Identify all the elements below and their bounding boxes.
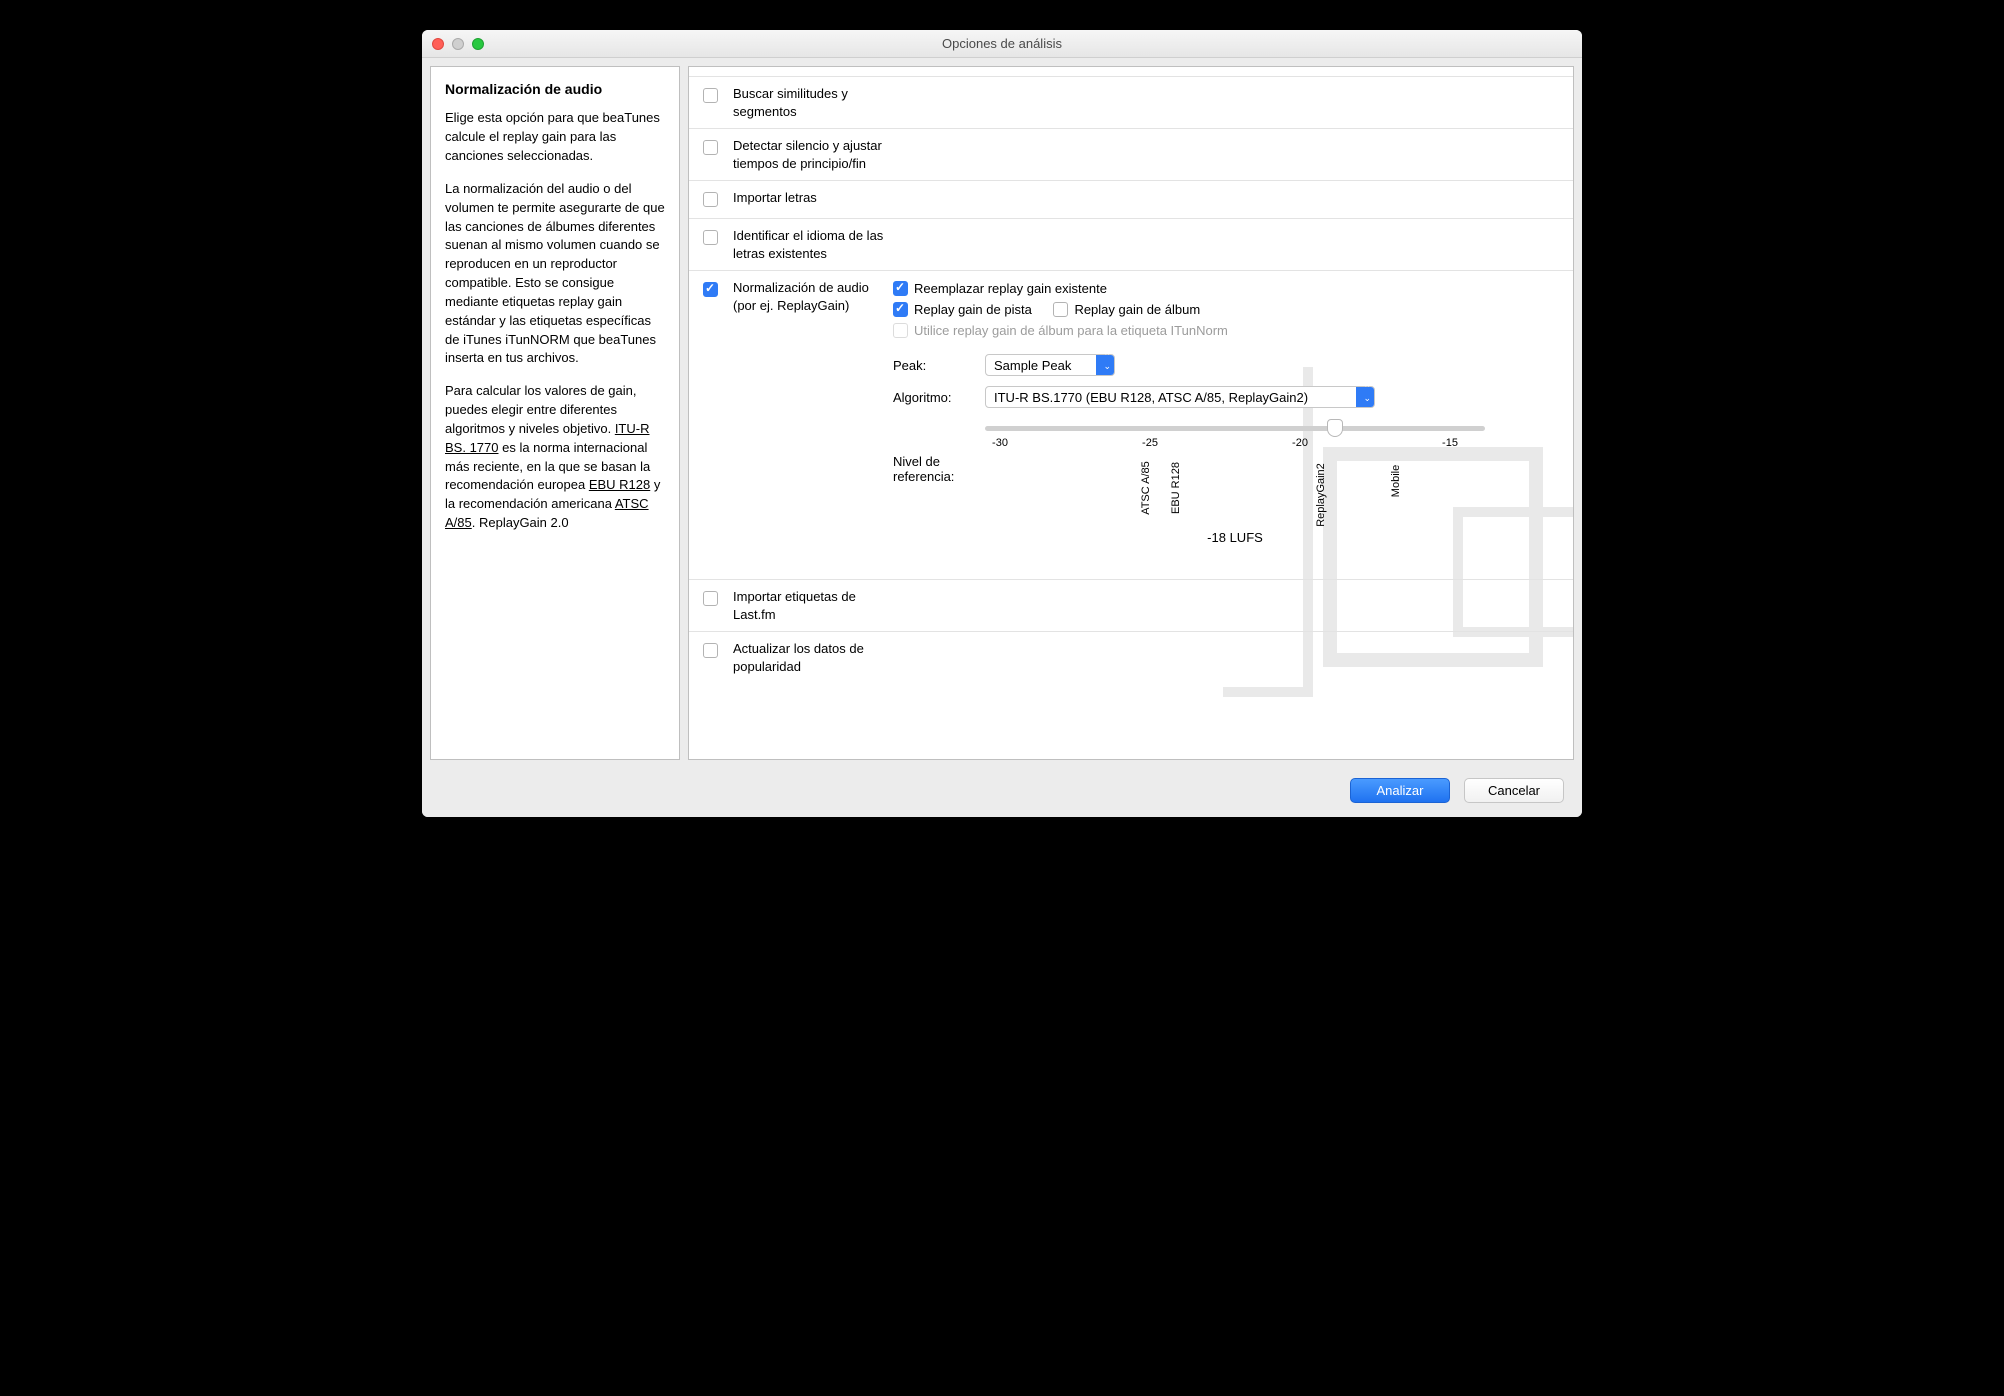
peak-select-wrap: Sample Peak [985,354,1115,376]
options-scroll[interactable]: Buscar similitudes y segmentos Detectar … [689,67,1573,759]
tick-atsc: ATSC A/85 [1154,461,1166,515]
row-similitudes: Buscar similitudes y segmentos [689,77,1573,129]
label-album: Replay gain de álbum [1074,302,1200,317]
label-letras: Importar letras [733,189,893,207]
tick-n15: -15 [1442,437,1458,449]
checkbox-idioma[interactable] [703,230,718,245]
titlebar: Opciones de análisis [422,30,1582,58]
window-title: Opciones de análisis [422,36,1582,51]
algoritmo-select-wrap: ITU-R BS.1770 (EBU R128, ATSC A/85, Repl… [985,386,1375,408]
checkbox-reemplazar[interactable] [893,281,908,296]
options-panel: Buscar similitudes y segmentos Detectar … [688,66,1574,760]
label-normalizacion: Normalización de audio (por ej. ReplayGa… [733,279,893,314]
sidebar-p1: Elige esta opción para que beaTunes calc… [445,109,665,166]
label-pista: Replay gain de pista [914,302,1032,317]
tick-ebu: EBU R128 [1184,462,1196,514]
checkbox-normalizacion[interactable] [703,282,718,297]
help-sidebar: Normalización de audio Elige esta opción… [430,66,680,760]
normalizacion-detail: Reemplazar replay gain existente Replay … [893,279,1559,571]
sidebar-heading: Normalización de audio [445,79,665,99]
label-similitudes: Buscar similitudes y segmentos [733,85,893,120]
nivel-slider-box: -30 -25 -20 -15 ATSC A/85 EBU R128 Repla… [985,426,1485,517]
link-ebu[interactable]: EBU R128 [589,477,650,492]
checkbox-lastfm[interactable] [703,591,718,606]
algoritmo-select[interactable]: ITU-R BS.1770 (EBU R128, ATSC A/85, Repl… [985,386,1375,408]
sidebar-p2: La normalización del audio o del volumen… [445,180,665,368]
tick-n30: -30 [992,437,1008,449]
dialog-footer: Analizar Cancelar [422,768,1582,817]
row-peak: Peak: Sample Peak [893,354,1559,376]
label-popularidad: Actualizar los datos de popularidad [733,640,893,675]
checkbox-similitudes[interactable] [703,88,718,103]
analizar-button[interactable]: Analizar [1350,778,1450,803]
checkbox-itunnorm [893,323,908,338]
slider-thumb[interactable] [1327,419,1343,437]
dialog-window: Opciones de análisis Normalización de au… [422,30,1582,817]
row-top-spacer [689,67,1573,77]
algoritmo-label: Algoritmo: [893,390,985,405]
tick-mobile: Mobile [1404,465,1416,497]
peak-select[interactable]: Sample Peak [985,354,1115,376]
tick-n20: -20 [1292,437,1308,449]
slider-ticks: -30 -25 -20 -15 ATSC A/85 EBU R128 Repla… [985,437,1485,517]
zoom-icon[interactable] [472,38,484,50]
row-popularidad: Actualizar los datos de popularidad [689,632,1573,683]
label-itunnorm: Utilice replay gain de álbum para la eti… [914,323,1228,338]
row-algoritmo: Algoritmo: ITU-R BS.1770 (EBU R128, ATSC… [893,386,1559,408]
sidebar-p3: Para calcular los valores de gain, puede… [445,382,665,533]
content-area: Normalización de audio Elige esta opción… [422,58,1582,768]
cancelar-button[interactable]: Cancelar [1464,778,1564,803]
row-idioma: Identificar el idioma de las letras exis… [689,219,1573,271]
checkbox-letras[interactable] [703,192,718,207]
tick-rg2: ReplayGain2 [1329,463,1341,527]
label-idioma: Identificar el idioma de las letras exis… [733,227,893,262]
checkbox-album[interactable] [1053,302,1068,317]
label-reemplazar: Reemplazar replay gain existente [914,281,1107,296]
nivel-slider[interactable] [985,426,1485,431]
row-silencio: Detectar silencio y ajustar tiempos de p… [689,129,1573,181]
nivel-label: Nivel dereferencia: [893,426,985,484]
label-silencio: Detectar silencio y ajustar tiempos de p… [733,137,893,172]
row-letras: Importar letras [689,181,1573,219]
peak-label: Peak: [893,358,985,373]
close-icon[interactable] [432,38,444,50]
row-normalizacion: Normalización de audio (por ej. ReplayGa… [689,271,1573,580]
checkbox-popularidad[interactable] [703,643,718,658]
minimize-icon [452,38,464,50]
checkbox-silencio[interactable] [703,140,718,155]
lufs-readout: -18 LUFS [1207,530,1263,545]
checkbox-pista[interactable] [893,302,908,317]
row-nivel: Nivel dereferencia: -30 -25 -20 [893,426,1559,571]
traffic-lights [432,38,484,50]
tick-n25: -25 [1142,437,1158,449]
row-lastfm: Importar etiquetas de Last.fm [689,580,1573,632]
label-lastfm: Importar etiquetas de Last.fm [733,588,893,623]
